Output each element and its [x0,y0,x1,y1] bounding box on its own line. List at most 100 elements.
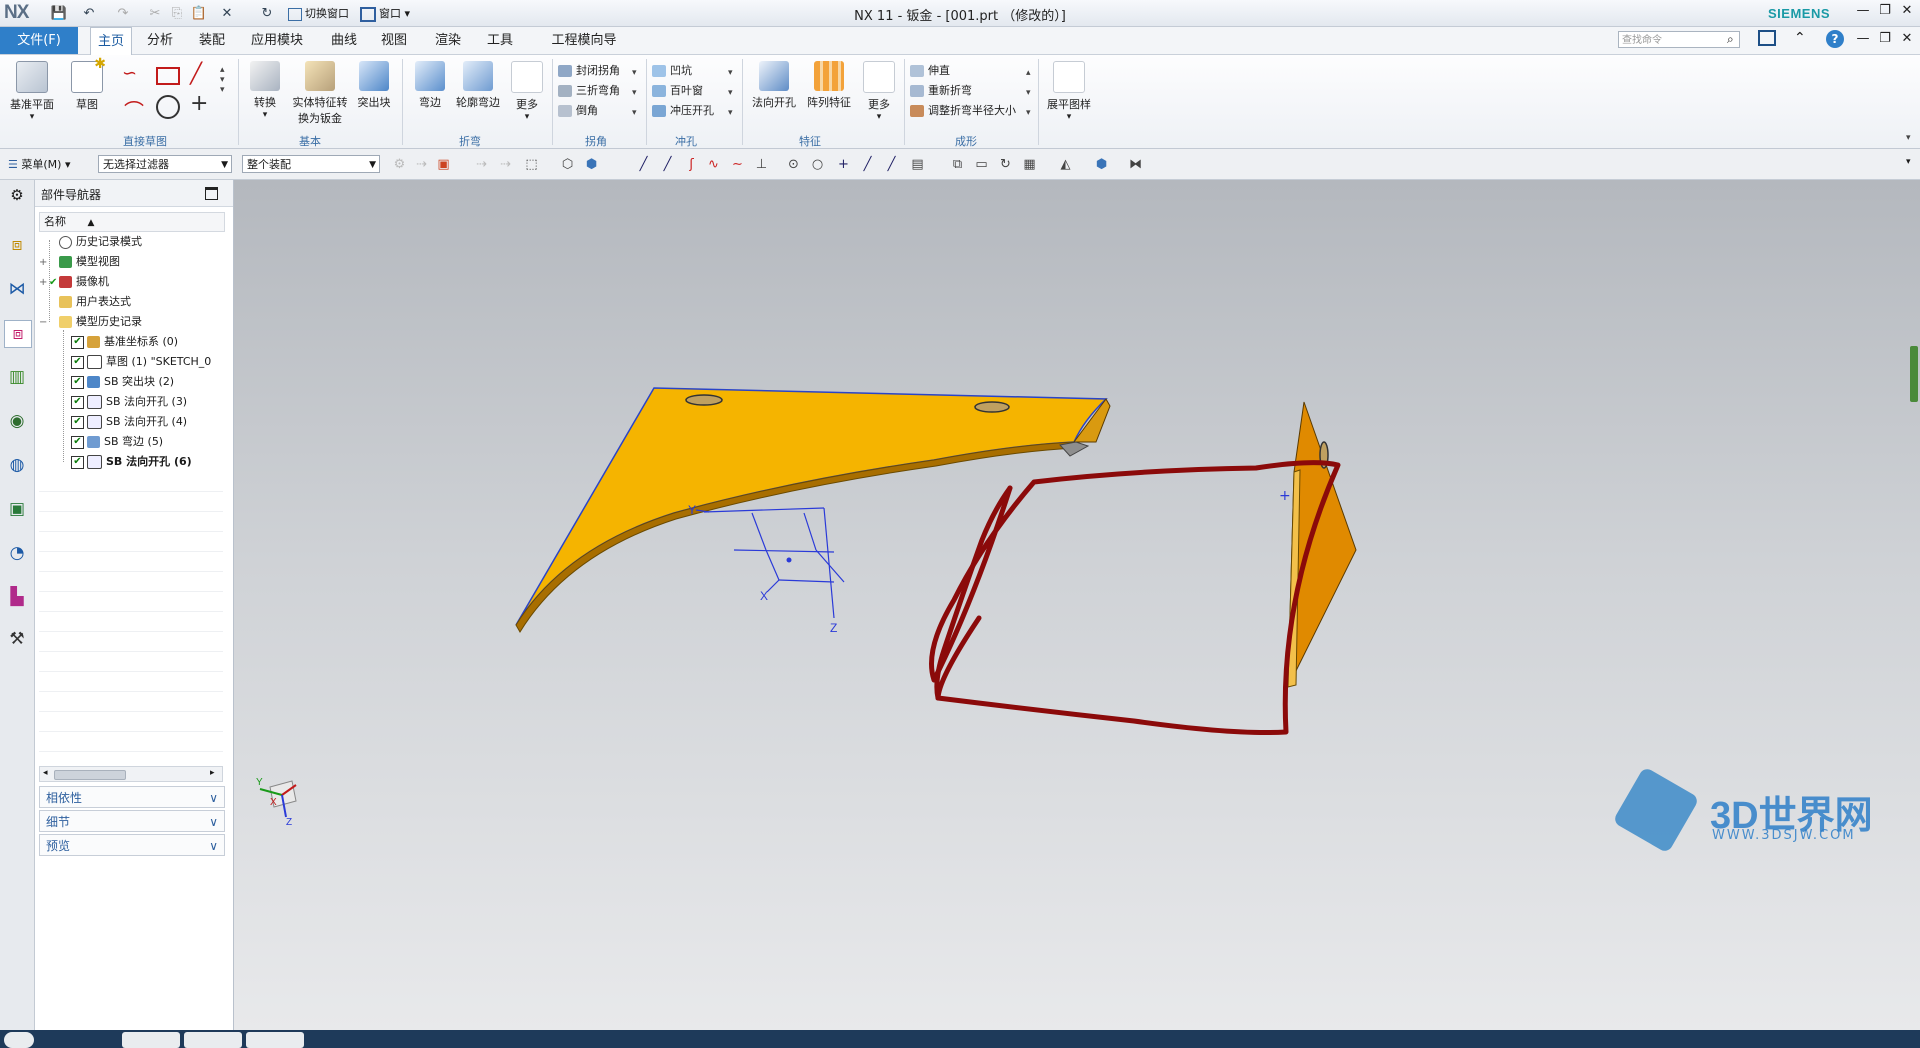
tree-row-history-mode[interactable]: 历史记录模式 [39,232,223,252]
tab-mold-wizard[interactable]: 工程模向导 [534,27,634,54]
maximize-panel-icon[interactable] [205,187,218,200]
snap-quadrant-icon[interactable]: ○ [810,157,825,172]
visibility-checkbox[interactable]: ✔ [71,455,84,469]
part-navigator-icon[interactable]: ⧈ [4,320,32,348]
visibility-checkbox[interactable]: ✔ [71,395,84,409]
taskbar-app-1[interactable] [122,1032,180,1048]
work-layer-icon[interactable]: ⬢ [1094,157,1109,172]
tab-tools[interactable]: 工具 [480,27,520,54]
select-all-icon[interactable]: ▣ [436,157,451,172]
help-icon[interactable]: ? [1826,30,1844,48]
scrollbar-thumb[interactable] [54,770,126,780]
snap-icon[interactable]: ⚙ [392,157,407,172]
tree-row-sketch[interactable]: ✔ 草图 (1) "SKETCH_0 [39,352,255,372]
name-column-header[interactable]: 名称 ▲ [39,212,225,232]
tab-analysis[interactable]: 分析 [140,27,180,54]
expand-icon[interactable]: + [39,273,49,292]
type-filter-dropdown[interactable]: 无选择过滤器 ▼ [98,155,232,173]
snap-on-face-icon[interactable]: ╱ [884,157,899,172]
normal-cutout-button[interactable]: 法向开孔 [748,61,800,110]
tree-row-normal-cutout-6[interactable]: ✔ SB 法向开孔 (6) [39,452,255,472]
tab-render[interactable]: 渲染 [428,27,468,54]
view-fit-icon[interactable]: ⬡ [560,157,575,172]
collapse-icon[interactable]: − [39,313,49,332]
restore-button[interactable]: ❐ [1874,3,1896,21]
visibility-checkbox[interactable]: ✔ [71,415,84,429]
sketch-button[interactable]: ✱ 草图 [64,56,110,112]
horizontal-scrollbar[interactable]: ◂ ▸ [39,766,223,782]
snap-endpoint-icon[interactable]: ╱ [636,157,651,172]
start-button[interactable] [4,1032,34,1048]
dependencies-panel[interactable]: 相依性 ∨ [39,786,225,808]
snap-point-icon[interactable]: + [836,157,851,172]
rectangle-icon[interactable] [156,67,180,85]
tree-row-flange[interactable]: ✔ SB 弯边 (5) [39,432,255,452]
visibility-checkbox[interactable]: ✔ [71,335,84,349]
arc-icon[interactable]: ⌒ [124,95,144,124]
side-grip[interactable] [1910,346,1918,402]
visibility-checkbox[interactable]: ✔ [71,355,84,369]
punch-dropdown-icon[interactable]: ▾ ▾ ▾ [728,63,733,123]
history-icon[interactable]: ▣ [4,496,30,522]
form-dropdown-icon[interactable]: ▴ ▾ ▾ [1026,63,1031,123]
tab-view[interactable]: 视图 [374,27,414,54]
datum-plane-button[interactable]: 基准平面 ▾ [6,61,58,122]
selection-scope-dropdown[interactable]: 整个装配 ▼ [242,155,380,173]
dimple-button[interactable]: 凹坑 [652,61,732,81]
pattern-feature-button[interactable]: 阵列特征 [802,61,856,110]
louver-button[interactable]: 百叶窗 [652,81,732,101]
tree-row-normal-cutout-4[interactable]: ✔ SB 法向开孔 (4) [39,412,255,432]
render-style-icon[interactable]: ▦ [1022,157,1037,172]
assembly-navigator-icon[interactable]: ⧈ [4,232,30,258]
snap-midpoint-icon[interactable]: ╱ [660,157,675,172]
snap-bounded-icon[interactable]: ▤ [910,157,925,172]
tree-row-normal-cutout-3[interactable]: ✔ SB 法向开孔 (3) [39,392,255,412]
feature-more-button[interactable]: 更多 ▾ [860,61,898,122]
scroll-right-icon[interactable]: ▸ [210,768,215,778]
taskbar-app-3[interactable] [246,1032,304,1048]
rectangle-select-icon[interactable]: ⬚ [524,157,539,172]
search-icon[interactable]: ⌕ [1727,32,1734,47]
hd3d-tools-icon[interactable]: ◉ [4,408,30,434]
unbend-button[interactable]: 伸直 [910,61,1022,81]
expand-icon[interactable]: + [39,253,49,272]
web-browser-icon[interactable]: ◍ [4,452,30,478]
bend-more-button[interactable]: 更多 ▾ [508,61,546,122]
tab-home[interactable]: 主页 [90,27,132,55]
tree-row-cameras[interactable]: + ✔ 摄像机 [39,272,223,292]
closed-corner-button[interactable]: 封闭拐角 [558,61,638,81]
corner-dropdown-icon[interactable]: ▾ ▾ ▾ [632,63,637,123]
snap-angle-icon[interactable]: ⊥ [754,157,769,172]
fullscreen-icon[interactable] [1758,30,1776,46]
profile-icon[interactable]: ∽ [122,63,137,84]
drawn-cutout-button[interactable]: 冲压开孔 [652,101,732,121]
rebend-button[interactable]: 重新折弯 [910,81,1022,101]
line-icon[interactable]: ╱ [190,61,202,85]
tab-application[interactable]: 应用模块 [246,27,308,54]
convert-button[interactable]: 转换 ▾ [246,61,284,120]
background-icon[interactable]: ◭ [1058,157,1073,172]
minimize-button[interactable]: — [1852,3,1874,21]
zoom-window-icon[interactable]: ▭ [974,157,989,172]
doc-close-button[interactable]: ✕ [1896,31,1918,49]
menu-button[interactable]: ☰ 菜单(M) ▾ [8,156,70,172]
contour-flange-button[interactable]: 轮廓弯边 [452,61,504,110]
tab-feature-button[interactable]: 突出块 [354,61,394,110]
resize-bend-radius-button[interactable]: 调整折弯半径大小 [910,101,1022,121]
collapse-ribbon-icon[interactable]: ⌃ [1794,30,1806,46]
details-panel[interactable]: 细节 ∨ [39,810,225,832]
flange-button[interactable]: 弯边 [410,61,450,110]
select-icon[interactable]: ⇢ [414,157,429,172]
tree-row-model-history[interactable]: − 模型历史记录 [39,312,223,332]
show-hide-icon[interactable]: ⧓ [1128,157,1143,172]
tree-row-tab[interactable]: ✔ SB 突出块 (2) [39,372,255,392]
deselect-icon[interactable]: ⇢ [474,157,489,172]
close-button[interactable]: ✕ [1896,3,1918,21]
role-icon[interactable]: ⚒ [4,626,30,652]
point-icon[interactable]: + [190,91,208,116]
tree-row-datum-csys[interactable]: ✔ 基准坐标系 (0) [39,332,255,352]
file-menu-button[interactable]: 文件(F) [0,27,78,54]
view-orient-icon[interactable]: ⧉ [950,157,965,172]
doc-minimize-button[interactable]: — [1852,31,1874,49]
shaded-view-icon[interactable]: ⬢ [584,157,599,172]
